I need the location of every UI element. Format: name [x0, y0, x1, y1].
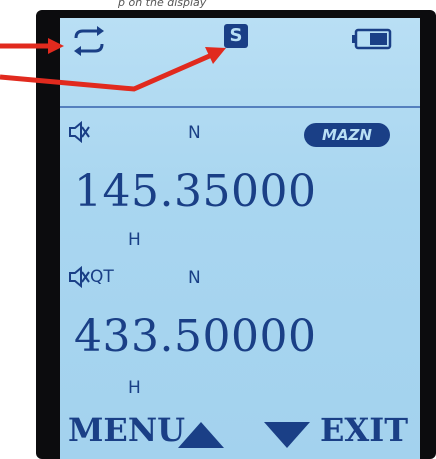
repeat-icon — [74, 26, 104, 56]
speaker-muted-icon — [69, 266, 90, 288]
exit-softkey[interactable]: EXIT — [320, 411, 408, 449]
lcd-screen: S N MAZN 145.35000 H QT N 433.50000 H ME… — [60, 18, 420, 459]
vfo-a-frequency: 145.35000 — [74, 166, 317, 217]
up-arrow-icon[interactable] — [178, 422, 224, 448]
vfo-b-frequency: 433.50000 — [74, 311, 317, 362]
battery-icon — [352, 28, 392, 50]
vfo-b-mode: N — [188, 268, 201, 288]
vfo-a-power: H — [128, 230, 141, 250]
menu-softkey[interactable]: MENU — [68, 411, 185, 449]
vfo-a-mode: N — [188, 123, 201, 143]
speaker-muted-icon — [69, 121, 90, 143]
vfo-b-power: H — [128, 378, 141, 398]
vfo-a-name-badge: MAZN — [304, 123, 390, 147]
photo-caption: p on the display — [118, 0, 207, 8]
status-divider — [60, 106, 420, 108]
vfo-b-tone-label: QT — [90, 267, 114, 287]
screenshot-root: p on the display S N MAZN 145.35000 H QT… — [0, 0, 436, 459]
s-indicator: S — [224, 24, 248, 48]
down-arrow-icon[interactable] — [264, 422, 310, 448]
